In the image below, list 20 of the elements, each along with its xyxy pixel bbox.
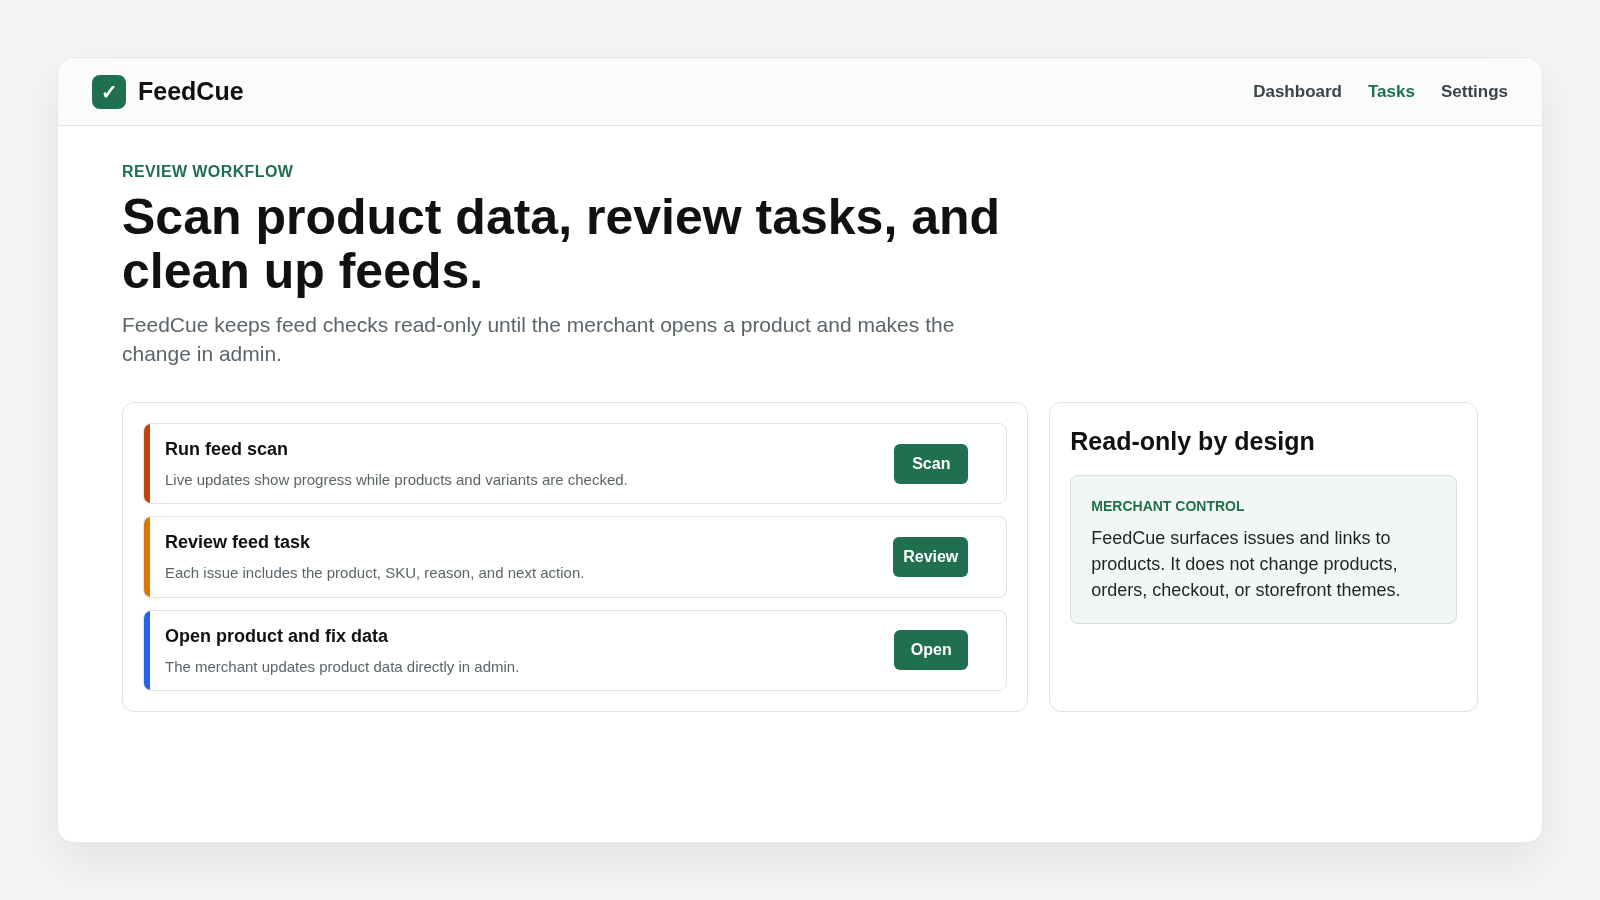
step-description: Live updates show progress while products and variants are checked.	[165, 469, 628, 490]
nav-link[interactable]: Tasks	[1368, 78, 1415, 105]
eyebrow: REVIEW WORKFLOW	[122, 162, 295, 182]
nav-link[interactable]: Dashboard	[1253, 78, 1342, 105]
action-button[interactable]: Review	[893, 537, 969, 577]
action-button[interactable]: Scan	[894, 443, 969, 484]
step-description: Each issue includes the product, SKU, reason, and next action.	[165, 563, 585, 584]
note-label: MERCHANT CONTROL	[1091, 496, 1246, 516]
note-text: FeedCue surfaces issues and links to products. It does not change products, orders, checkout, or storefront themes.	[1091, 526, 1402, 602]
brand-name: FeedCue	[138, 75, 244, 107]
logo-icon: ✓	[92, 74, 126, 109]
panel-title: Read-only by design	[1070, 426, 1316, 457]
page-title: Scan product data, review tasks, and clean up feeds.	[122, 190, 1002, 298]
step-title: Review feed task	[165, 531, 312, 555]
nav-link[interactable]: Settings	[1440, 78, 1508, 105]
page-subtitle: FeedCue keeps feed checks read-only until the merchant opens a product and makes the change in admin.	[122, 312, 956, 367]
step-title: Run feed scan	[165, 437, 290, 461]
action-button[interactable]: Open	[894, 630, 969, 671]
step-title: Open product and fix data	[165, 624, 389, 648]
step-description: The merchant updates product data directly in admin.	[165, 656, 520, 677]
